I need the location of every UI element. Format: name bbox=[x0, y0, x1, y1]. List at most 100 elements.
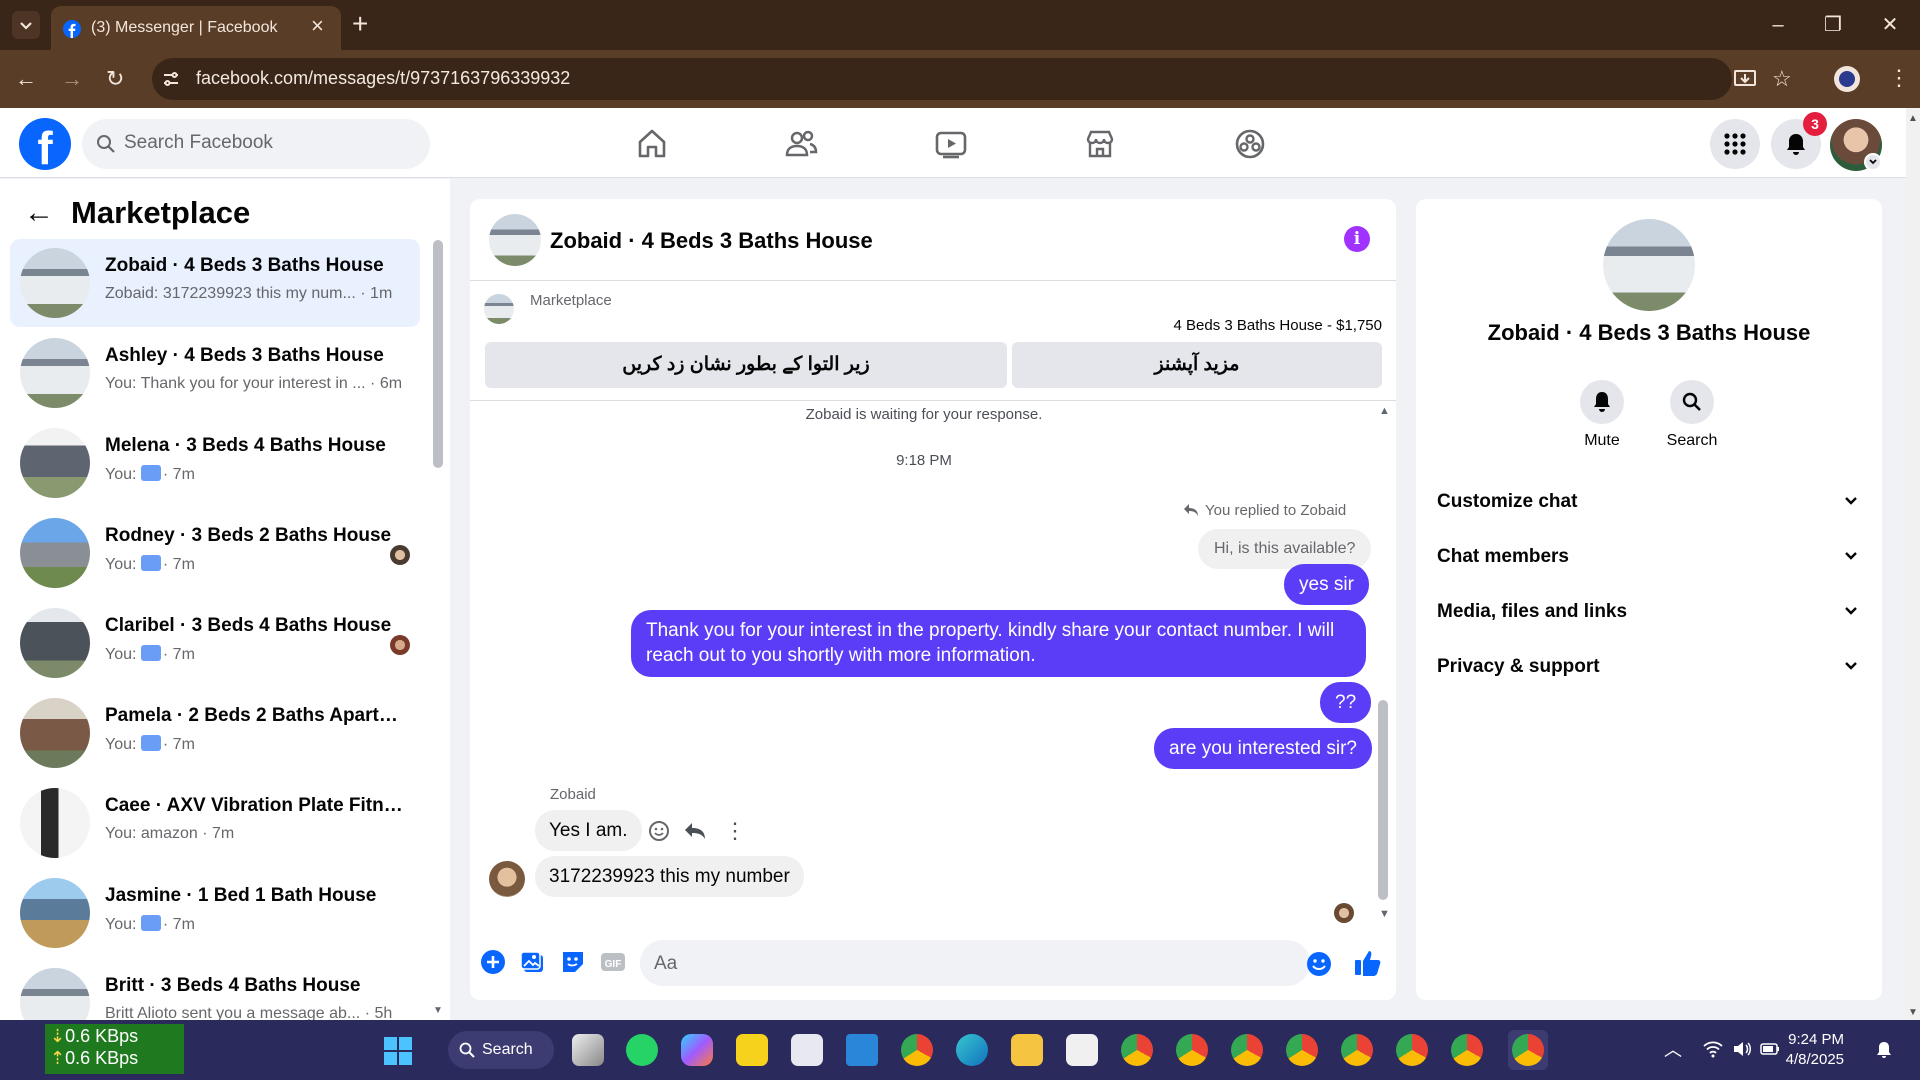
info-icon[interactable]: i bbox=[1344, 226, 1370, 252]
file-explorer-icon[interactable] bbox=[1011, 1034, 1043, 1066]
forward-icon[interactable]: → bbox=[61, 67, 83, 91]
conversation-title: Claribel · 3 Beds 4 Baths House bbox=[105, 615, 392, 636]
incoming-message[interactable]: Yes I am. bbox=[535, 810, 642, 851]
chrome-icon[interactable] bbox=[901, 1034, 933, 1066]
install-app-icon[interactable] bbox=[1733, 68, 1757, 90]
clock-date[interactable]: 4/8/2025 bbox=[1774, 1051, 1844, 1068]
edge-icon[interactable] bbox=[956, 1034, 988, 1066]
chrome-profile-icon[interactable] bbox=[1396, 1034, 1428, 1066]
chat-scroll-down-arrow[interactable]: ▼ bbox=[1379, 908, 1390, 920]
menu-button[interactable] bbox=[1710, 119, 1760, 169]
windows-start-icon[interactable] bbox=[383, 1036, 413, 1066]
conversation-item[interactable]: Jasmine · 1 Bed 1 Bath House You: · 7m bbox=[10, 869, 420, 957]
sticky-notes-icon[interactable] bbox=[736, 1034, 768, 1066]
outgoing-message[interactable]: yes sir bbox=[1284, 564, 1369, 605]
browser-tab[interactable]: (3) Messenger | Facebook × bbox=[51, 6, 341, 50]
conversation-item[interactable]: Zobaid · 4 Beds 3 Baths House Zobaid: 31… bbox=[10, 239, 420, 327]
mute-button[interactable] bbox=[1580, 380, 1624, 424]
url-text[interactable]: facebook.com/messages/t/9737163796339932 bbox=[196, 68, 570, 89]
snipping-tool-icon[interactable] bbox=[791, 1034, 823, 1066]
message-input[interactable] bbox=[640, 940, 1310, 986]
home-icon[interactable] bbox=[632, 124, 672, 164]
page-scrollbar[interactable]: ▲ ▼ bbox=[1906, 108, 1920, 1020]
bookmark-star-icon[interactable]: ☆ bbox=[1772, 67, 1792, 91]
tab-close-icon[interactable]: × bbox=[311, 15, 324, 37]
volume-icon[interactable] bbox=[1732, 1040, 1752, 1058]
chrome-profile-icon[interactable] bbox=[1341, 1034, 1373, 1066]
chat-scroll-up-arrow[interactable]: ▲ bbox=[1379, 405, 1390, 417]
outgoing-message[interactable]: ?? bbox=[1320, 682, 1372, 723]
chat-scrollbar[interactable] bbox=[1378, 700, 1388, 900]
menu-kebab-icon[interactable]: ⋮ bbox=[1888, 66, 1910, 90]
conversation-item[interactable]: Melena · 3 Beds 4 Baths House You: · 7m bbox=[10, 419, 420, 507]
friends-icon[interactable] bbox=[781, 124, 821, 164]
back-arrow-icon[interactable]: ← bbox=[24, 196, 54, 230]
incoming-message[interactable]: 3172239923 this my number bbox=[535, 856, 804, 897]
video-icon[interactable] bbox=[931, 124, 971, 164]
outgoing-message[interactable]: Thank you for your interest in the prope… bbox=[631, 610, 1366, 677]
close-window-button[interactable]: ✕ bbox=[1870, 10, 1910, 40]
photo-icon[interactable] bbox=[519, 948, 547, 976]
conversation-item[interactable]: Caee · AXV Vibration Plate Fitne... You:… bbox=[10, 779, 420, 867]
search-conversation-button[interactable] bbox=[1670, 380, 1714, 424]
microsoft-store-icon[interactable] bbox=[1066, 1034, 1098, 1066]
listing-avatar[interactable] bbox=[1603, 219, 1695, 311]
listing-title-price[interactable]: 4 Beds 3 Baths House - $1,750 bbox=[1070, 317, 1382, 334]
show-hidden-icons[interactable]: ︿ bbox=[1664, 1040, 1682, 1060]
more-options-button[interactable]: مزید آپشنز bbox=[1012, 342, 1382, 388]
chat-avatar[interactable] bbox=[489, 214, 541, 266]
privacy-support-item[interactable]: Privacy & support bbox=[1437, 642, 1862, 692]
clock-time[interactable]: 9:24 PM bbox=[1774, 1031, 1844, 1048]
vscode-icon[interactable] bbox=[846, 1034, 878, 1066]
minimize-button[interactable]: – bbox=[1758, 10, 1798, 40]
chrome-profile-icon[interactable] bbox=[1121, 1034, 1153, 1066]
emoji-icon[interactable] bbox=[1306, 951, 1332, 977]
chrome-profile-icon[interactable] bbox=[1286, 1034, 1318, 1066]
conversation-list-scrollbar[interactable] bbox=[433, 240, 443, 468]
site-info-icon[interactable] bbox=[162, 70, 180, 88]
conversation-item[interactable]: Claribel · 3 Beds 4 Baths House You: · 7… bbox=[10, 599, 420, 687]
conversation-title: Rodney · 3 Beds 2 Baths House bbox=[105, 525, 392, 546]
chrome-active-icon[interactable] bbox=[1512, 1034, 1544, 1066]
sender-avatar[interactable] bbox=[489, 861, 525, 897]
facebook-logo[interactable]: f bbox=[19, 118, 71, 170]
gaming-icon[interactable] bbox=[1230, 124, 1270, 164]
react-smiley-icon[interactable] bbox=[648, 820, 670, 842]
thumbs-up-icon[interactable] bbox=[1353, 948, 1383, 978]
profile-icon[interactable] bbox=[1834, 66, 1860, 92]
chrome-profile-icon[interactable] bbox=[1176, 1034, 1208, 1066]
quoted-message[interactable]: Hi, is this available? bbox=[1198, 529, 1372, 569]
media-files-links-item[interactable]: Media, files and links bbox=[1437, 587, 1862, 637]
conversation-item[interactable]: Rodney · 3 Beds 2 Baths House You: · 7m bbox=[10, 509, 420, 597]
restore-button[interactable]: ❐ bbox=[1813, 10, 1853, 40]
more-actions-icon[interactable]: ⋮ bbox=[724, 819, 746, 843]
back-icon[interactable]: ← bbox=[15, 67, 37, 91]
reply-arrow-icon[interactable] bbox=[684, 822, 706, 840]
chat-title[interactable]: Zobaid · 4 Beds 3 Baths House bbox=[550, 228, 873, 254]
conversation-item[interactable]: Britt · 3 Beds 4 Baths House Britt Aliot… bbox=[10, 959, 420, 1020]
notification-center-icon[interactable] bbox=[1874, 1040, 1894, 1060]
scroll-down-arrow[interactable]: ▼ bbox=[433, 1005, 443, 1016]
tab-search-button[interactable] bbox=[12, 11, 40, 39]
customize-chat-item[interactable]: Customize chat bbox=[1437, 477, 1862, 527]
wifi-icon[interactable] bbox=[1703, 1040, 1723, 1058]
mark-pending-button[interactable]: زیر التوا کے بطور نشان زد کریں bbox=[485, 342, 1007, 388]
conversation-item[interactable]: Ashley · 4 Beds 3 Baths House You: Thank… bbox=[10, 329, 420, 417]
conversation-item[interactable]: Pamela · 2 Beds 2 Baths Apartm... You: ·… bbox=[10, 689, 420, 777]
page-scroll-down-arrow[interactable]: ▼ bbox=[1908, 1007, 1918, 1018]
whatsapp-icon[interactable] bbox=[626, 1034, 658, 1066]
chrome-profile-icon[interactable] bbox=[1231, 1034, 1263, 1066]
sticker-icon[interactable] bbox=[559, 948, 587, 976]
marketplace-icon[interactable] bbox=[1080, 124, 1120, 164]
new-tab-button[interactable]: + bbox=[352, 9, 368, 39]
gif-icon[interactable]: GIF bbox=[599, 948, 627, 976]
account-chevron-icon[interactable] bbox=[1864, 153, 1882, 171]
page-scroll-up-arrow[interactable]: ▲ bbox=[1908, 113, 1918, 124]
reload-icon[interactable]: ↻ bbox=[106, 67, 124, 91]
chrome-profile-icon[interactable] bbox=[1451, 1034, 1483, 1066]
copilot-icon[interactable] bbox=[681, 1034, 713, 1066]
task-view-icon[interactable] bbox=[572, 1034, 604, 1066]
chat-members-item[interactable]: Chat members bbox=[1437, 532, 1862, 582]
outgoing-message[interactable]: are you interested sir? bbox=[1154, 728, 1372, 769]
plus-icon[interactable] bbox=[479, 948, 507, 976]
